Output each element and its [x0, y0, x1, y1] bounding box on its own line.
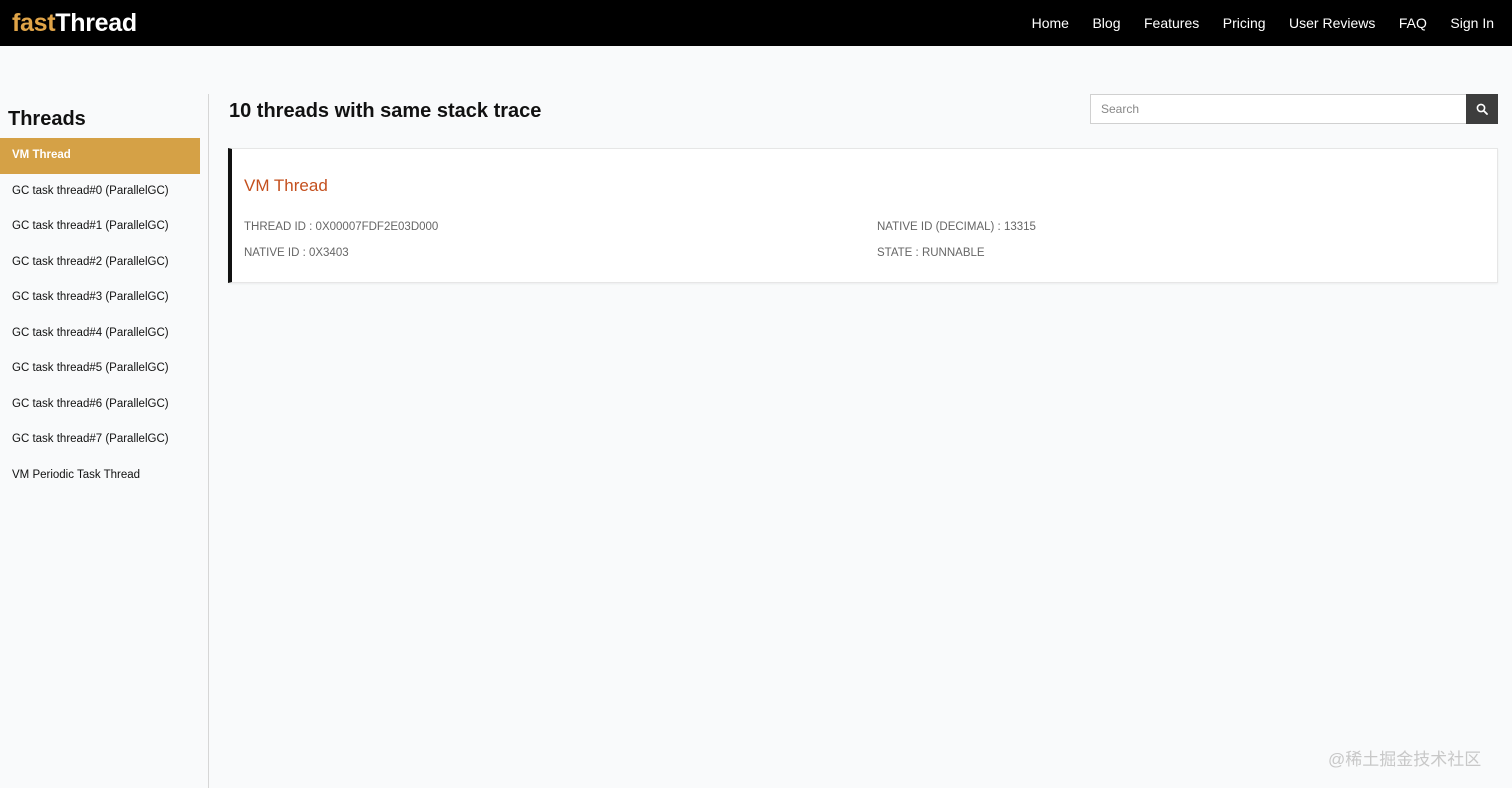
search-button[interactable] [1466, 94, 1498, 124]
thread-item-gc-5[interactable]: GC task thread#5 (ParallelGC) [0, 351, 200, 387]
top-navbar: fastThread Home Blog Features Pricing Us… [0, 0, 1512, 46]
nav-pricing[interactable]: Pricing [1223, 2, 1266, 44]
thread-item-vm-periodic[interactable]: VM Periodic Task Thread [0, 458, 200, 494]
search-icon [1476, 103, 1488, 115]
search-box [1090, 94, 1498, 124]
nav-blog[interactable]: Blog [1092, 2, 1120, 44]
thread-list: VM Thread GC task thread#0 (ParallelGC) … [0, 138, 200, 493]
thread-detail-card: VM Thread THREAD ID : 0X00007FDF2E03D000… [228, 148, 1498, 283]
watermark: @稀土掘金技术社区 [1328, 750, 1482, 769]
nav-features[interactable]: Features [1144, 2, 1199, 44]
main-nav: Home Blog Features Pricing User Reviews … [1008, 2, 1494, 44]
thread-item-vm-thread[interactable]: VM Thread [0, 138, 200, 174]
thread-name: VM Thread [244, 176, 328, 195]
thread-item-gc-4[interactable]: GC task thread#4 (ParallelGC) [0, 316, 200, 352]
thread-item-gc-1[interactable]: GC task thread#1 (ParallelGC) [0, 209, 200, 245]
thread-item-gc-6[interactable]: GC task thread#6 (ParallelGC) [0, 387, 200, 423]
thread-state: STATE : RUNNABLE [877, 247, 985, 259]
logo[interactable]: fastThread [12, 0, 137, 46]
nav-home[interactable]: Home [1032, 2, 1069, 44]
thread-item-gc-0[interactable]: GC task thread#0 (ParallelGC) [0, 174, 200, 210]
native-id: NATIVE ID : 0X3403 [244, 247, 349, 259]
search-input[interactable] [1090, 94, 1466, 124]
thread-id: THREAD ID : 0X00007FDF2E03D000 [244, 221, 439, 233]
nav-faq[interactable]: FAQ [1399, 2, 1427, 44]
page-title: 10 threads with same stack trace [229, 100, 542, 122]
nav-user-reviews[interactable]: User Reviews [1289, 2, 1375, 44]
native-id-decimal: NATIVE ID (DECIMAL) : 13315 [877, 221, 1036, 233]
sidebar-title: Threads [8, 108, 86, 130]
threads-sidebar: Threads VM Thread GC task thread#0 (Para… [0, 94, 209, 788]
logo-thread: Thread [55, 9, 137, 37]
logo-fast: fast [12, 9, 56, 37]
thread-item-gc-7[interactable]: GC task thread#7 (ParallelGC) [0, 422, 200, 458]
thread-item-gc-3[interactable]: GC task thread#3 (ParallelGC) [0, 280, 200, 316]
thread-item-gc-2[interactable]: GC task thread#2 (ParallelGC) [0, 245, 200, 281]
nav-sign-in[interactable]: Sign In [1450, 2, 1494, 44]
